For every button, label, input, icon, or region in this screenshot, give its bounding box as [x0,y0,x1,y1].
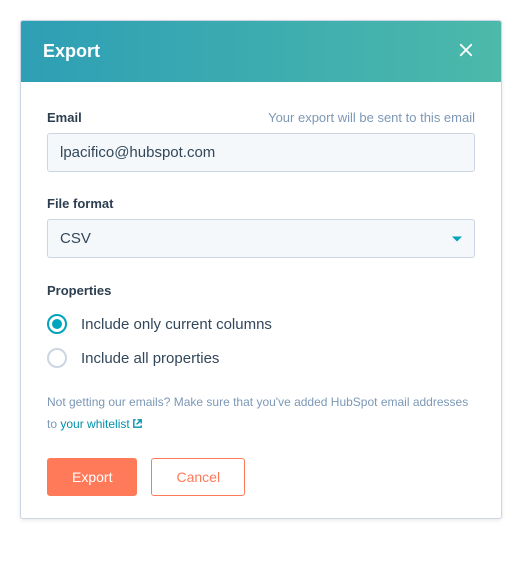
email-helper-text: Your export will be sent to this email [268,110,475,125]
external-link-icon [132,415,143,437]
export-modal: Export Email Your export will be sent to… [20,20,502,519]
whitelist-link-text: your whitelist [60,417,129,431]
radio-icon [47,348,67,368]
properties-radio-group: Include only current columns Include all… [47,314,475,368]
email-input[interactable] [47,133,475,172]
modal-header: Export [21,21,501,82]
email-group: Email Your export will be sent to this e… [47,110,475,172]
radio-include-all-properties[interactable]: Include all properties [47,348,475,368]
file-format-select-wrap: CSV [47,219,475,258]
close-button[interactable] [453,37,479,66]
email-label: Email [47,110,82,125]
modal-title: Export [43,41,100,62]
file-format-label: File format [47,196,113,211]
radio-label: Include only current columns [81,316,272,333]
properties-group: Properties Include only current columns … [47,282,475,368]
radio-icon [47,314,67,334]
help-note: Not getting our emails? Make sure that y… [47,392,475,436]
modal-body: Email Your export will be sent to this e… [21,82,501,518]
export-button[interactable]: Export [47,458,137,496]
whitelist-link[interactable]: your whitelist [60,417,142,431]
radio-label: Include all properties [81,350,219,367]
close-icon [457,41,475,62]
properties-label: Properties [47,283,111,298]
file-format-group: File format CSV [47,196,475,258]
button-row: Export Cancel [47,458,475,496]
file-format-select[interactable]: CSV [47,219,475,258]
cancel-button[interactable]: Cancel [151,458,245,496]
radio-include-current-columns[interactable]: Include only current columns [47,314,475,334]
file-format-label-row: File format [47,196,475,211]
email-label-row: Email Your export will be sent to this e… [47,110,475,125]
